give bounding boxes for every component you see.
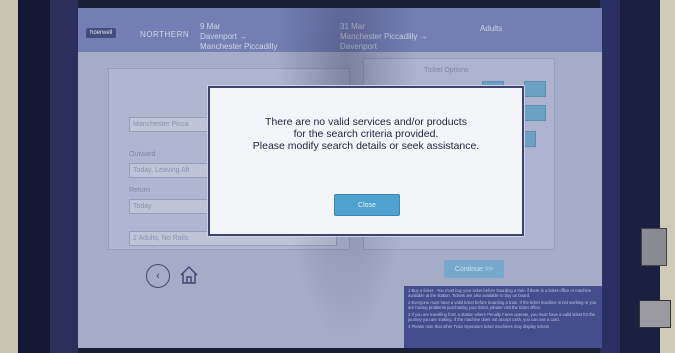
error-message: There are no valid services and/or produ…	[210, 116, 522, 152]
kiosk-screen: hoerwell NORTHERN 9 Mar Davenport → Manc…	[78, 8, 602, 348]
close-button[interactable]: Close	[334, 194, 400, 216]
error-line-3: Please modify search details or seek ass…	[252, 140, 480, 152]
kiosk-frame-right	[600, 0, 675, 353]
kiosk-frame-left	[0, 0, 78, 353]
error-line-1: There are no valid services and/or produ…	[265, 116, 467, 128]
error-dialog: There are no valid services and/or produ…	[208, 86, 524, 236]
pin-keypad[interactable]	[641, 228, 667, 266]
error-line-2: for the search criteria provided.	[293, 128, 439, 140]
card-reader[interactable]	[639, 300, 671, 328]
